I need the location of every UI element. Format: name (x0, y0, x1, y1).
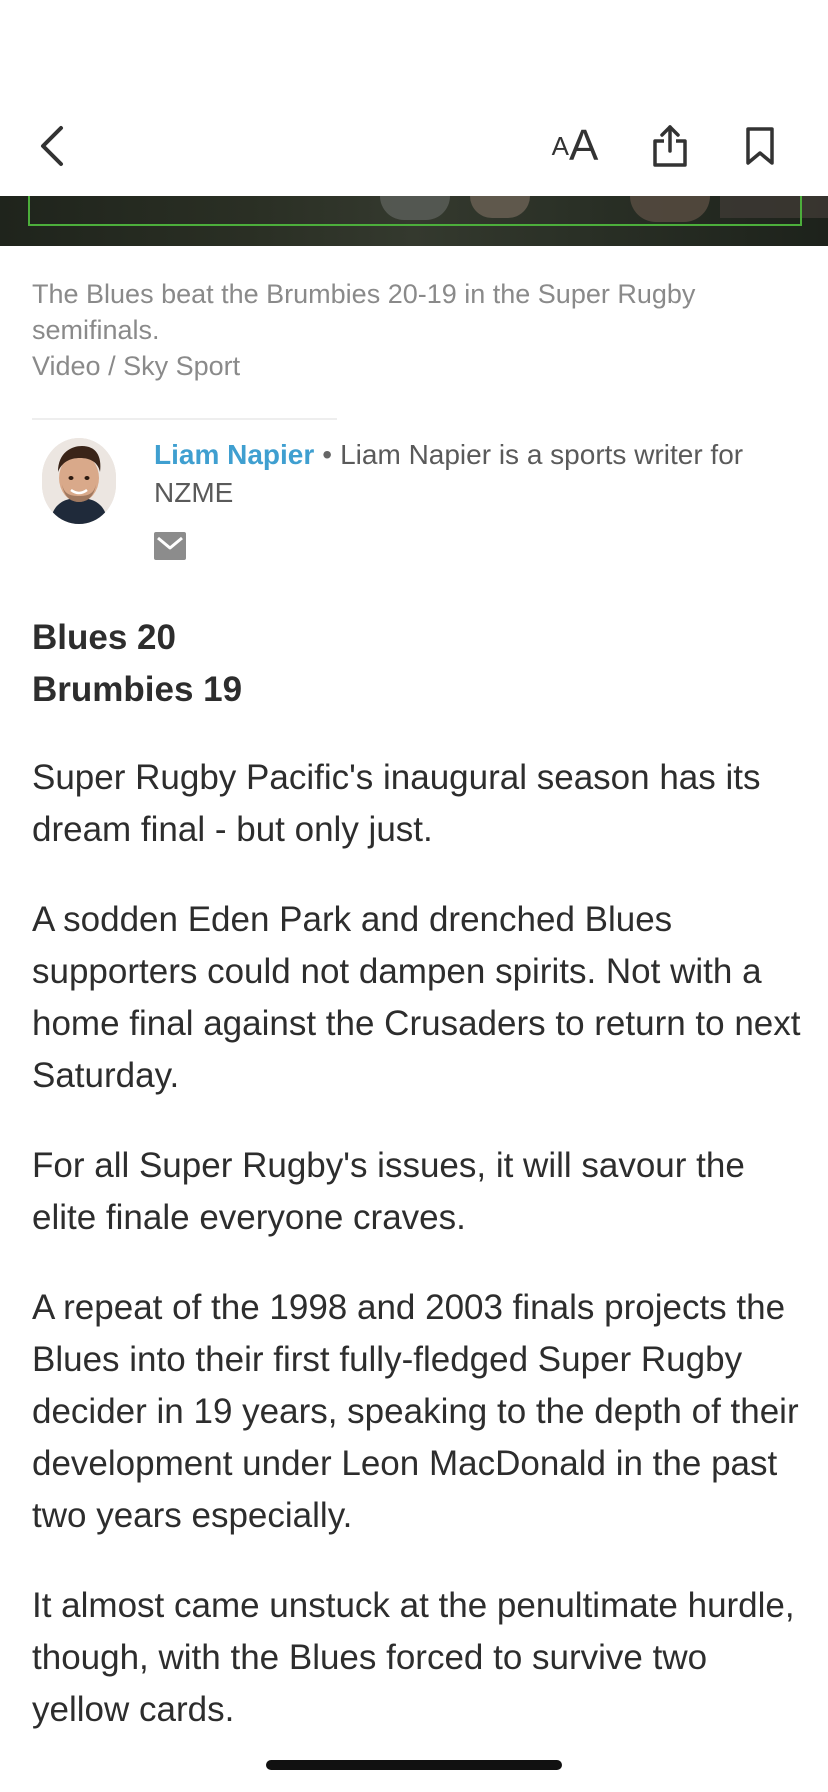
article-body: Blues 20 Brumbies 19 Super Rugby Pacific… (32, 612, 802, 1774)
top-navigation-bar: AA (0, 96, 828, 196)
text-size-large-glyph: A (568, 121, 599, 170)
article-paragraph: A sodden Eden Park and drenched Blues su… (32, 900, 801, 1095)
author-photo-icon (42, 438, 116, 524)
score-line-blues: Blues 20 (32, 618, 176, 657)
article-paragraph: Super Rugby Pacific's inaugural season h… (32, 758, 761, 849)
video-player-thumbnail[interactable] (0, 196, 828, 246)
share-icon (653, 125, 687, 167)
back-button[interactable] (22, 96, 82, 196)
byline-separator: • (322, 439, 333, 470)
email-author-button[interactable] (154, 532, 188, 562)
article-paragraph: For all Super Rugby's issues, it will sa… (32, 1146, 745, 1237)
share-button[interactable] (640, 96, 700, 196)
author-byline: Liam Napier • Liam Napier is a sports writ… (32, 436, 802, 566)
home-indicator[interactable] (266, 1760, 562, 1770)
bookmark-icon (746, 127, 774, 165)
caption-divider (32, 418, 337, 420)
status-bar (0, 0, 828, 96)
score-summary: Blues 20 Brumbies 19 (32, 612, 802, 716)
article-paragraph: A repeat of the 1998 and 2003 finals pro… (32, 1288, 799, 1535)
text-size-button[interactable]: AA (540, 96, 610, 196)
mail-icon (154, 532, 186, 560)
bookmark-button[interactable] (730, 96, 790, 196)
author-avatar[interactable] (42, 438, 116, 524)
author-info: Liam Napier • Liam Napier is a sports writ… (154, 436, 794, 512)
author-name-link[interactable]: Liam Napier (154, 439, 314, 470)
article-paragraph: It almost came unstuck at the penultimat… (32, 1586, 795, 1729)
video-frame-border (28, 196, 802, 226)
chevron-left-icon (41, 126, 63, 166)
caption-credit: Video / Sky Sport (32, 351, 241, 381)
text-size-small-glyph: A (551, 130, 569, 161)
score-line-brumbies: Brumbies 19 (32, 670, 243, 709)
media-caption: The Blues beat the Brumbies 20-19 in the… (32, 276, 772, 384)
caption-text: The Blues beat the Brumbies 20-19 in the… (32, 279, 696, 345)
